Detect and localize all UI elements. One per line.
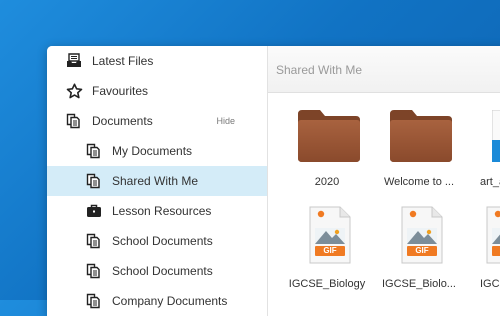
sidebar-item-label: Lesson Resources (112, 204, 212, 218)
folder-icon (388, 106, 454, 167)
file-browser-window: Latest Files Favourites Documents Hide M… (47, 46, 500, 316)
documents-icon (85, 232, 103, 250)
file-name: art_a (480, 176, 500, 188)
sidebar-item-documents[interactable]: Documents Hide (47, 106, 267, 136)
folder-icon (296, 106, 362, 167)
sidebar-item-school-documents-2[interactable]: School Documents (47, 256, 267, 286)
gif-file-icon (486, 206, 500, 269)
sidebar: Latest Files Favourites Documents Hide M… (47, 46, 268, 316)
latest-files-icon (65, 52, 83, 70)
sidebar-item-label: Shared With Me (112, 174, 199, 188)
file-name: IGCSE_Biolo... (382, 278, 456, 290)
sidebar-item-latest-files[interactable]: Latest Files (47, 46, 267, 76)
documents-icon (85, 172, 103, 190)
documents-icon (65, 112, 83, 130)
gif-file-icon (309, 206, 351, 269)
documents-icon (85, 292, 103, 310)
gif-badge: GIF (323, 246, 337, 255)
file-icon (491, 109, 500, 167)
gif-file-tile[interactable]: GIF IGCSE_Biolo... (374, 206, 464, 296)
sidebar-item-shared-with-me[interactable]: Shared With Me (47, 166, 267, 196)
sidebar-item-label: Documents (92, 114, 153, 128)
sidebar-item-label: School Documents (112, 264, 213, 278)
pane-header: Shared With Me (268, 46, 500, 93)
gif-file-tile[interactable]: IGCSE (474, 206, 500, 296)
sidebar-item-label: Latest Files (92, 54, 154, 68)
gif-badge: GIF (415, 246, 429, 255)
documents-icon (85, 142, 103, 160)
sidebar-item-lesson-resources[interactable]: Lesson Resources (47, 196, 267, 226)
sidebar-item-label: My Documents (112, 144, 193, 158)
sidebar-item-my-documents[interactable]: My Documents (47, 136, 267, 166)
briefcase-icon (85, 202, 103, 220)
sidebar-item-favourites[interactable]: Favourites (47, 76, 267, 106)
gif-file-icon (401, 206, 443, 269)
file-name: IGCSE (480, 278, 500, 290)
sidebar-item-company-documents[interactable]: Company Documents (47, 286, 267, 316)
sidebar-item-label: School Documents (112, 234, 213, 248)
folder-tile[interactable]: Welcome to ... (374, 106, 464, 196)
file-name: 2020 (314, 176, 340, 188)
documents-icon (85, 262, 103, 280)
file-name: Welcome to ... (383, 176, 455, 188)
gif-file-tile[interactable]: GIF IGCSE_Biology (282, 206, 372, 296)
file-pane: Shared With Me 2020 Welcome to ... art_ … (268, 46, 500, 316)
page-title: Shared With Me (276, 63, 363, 77)
sidebar-item-label: Favourites (92, 84, 149, 98)
folder-tile[interactable]: 2020 (282, 106, 372, 196)
star-icon (65, 82, 83, 100)
sidebar-item-school-documents[interactable]: School Documents (47, 226, 267, 256)
sidebar-item-label: Company Documents (112, 294, 228, 308)
hide-link[interactable]: Hide (216, 116, 235, 126)
file-tile[interactable]: art_a (474, 106, 500, 196)
file-name: IGCSE_Biology (288, 278, 366, 290)
